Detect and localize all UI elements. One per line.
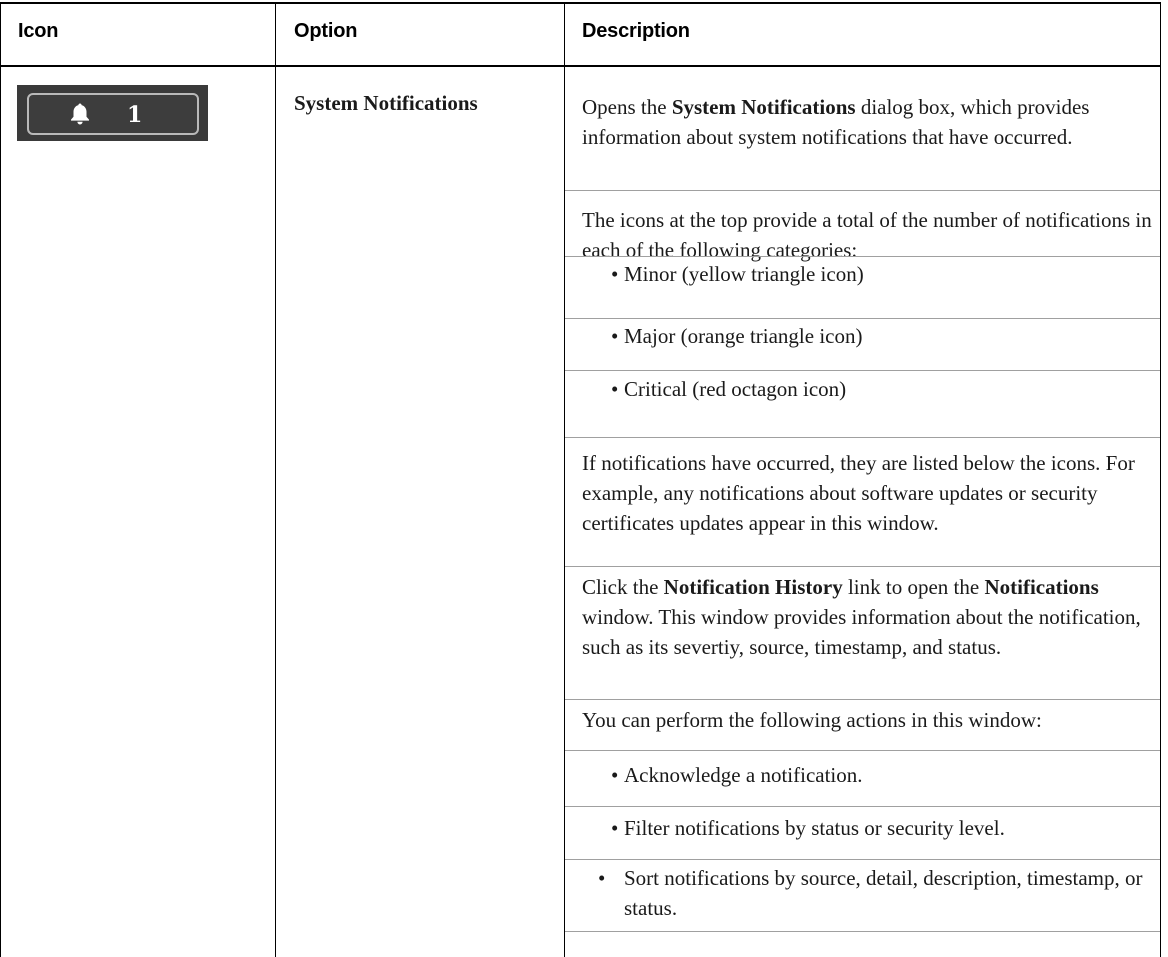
description-paragraph: You can perform the following actions in…	[582, 708, 1042, 732]
column-rule	[564, 4, 565, 957]
row-divider	[565, 370, 1160, 371]
description-paragraph: If notifications have occurred, they are…	[582, 451, 1135, 535]
list-item: • Minor (yellow triangle icon)	[611, 262, 864, 286]
row-divider	[565, 190, 1160, 191]
header-description: Description	[582, 20, 690, 42]
row-divider	[565, 750, 1160, 751]
column-rule	[1160, 4, 1161, 957]
term-notifications: Notifications	[984, 575, 1099, 599]
column-rule	[275, 4, 276, 957]
list-item: • Acknowledge a notification.	[611, 763, 863, 787]
row-divider	[565, 566, 1160, 567]
row-divider	[565, 699, 1160, 700]
list-item: • Sort notifications by source, detail, d…	[598, 866, 1143, 920]
list-item: • Critical (red octagon icon)	[611, 377, 847, 401]
list-item: • Major (orange triangle icon)	[611, 324, 863, 348]
system-notifications-button: 1	[17, 85, 208, 141]
row-divider	[565, 931, 1160, 932]
header-option: Option	[294, 20, 358, 42]
column-rule	[0, 4, 1, 957]
table-top-rule	[0, 2, 1161, 4]
header-icon: Icon	[18, 20, 59, 42]
row-divider	[565, 256, 1160, 257]
header-bottom-rule	[0, 65, 1161, 67]
list-item: • Filter notifications by status or secur…	[611, 816, 1005, 840]
row-divider	[565, 318, 1160, 319]
options-table: Icon Option Description 1 System Notific…	[0, 0, 1168, 957]
row-divider	[565, 437, 1160, 438]
option-system-notifications: System Notifications	[294, 91, 478, 115]
description-paragraph: Click the Notification History link to o…	[582, 575, 1141, 659]
term-system-notifications: System Notifications	[671, 95, 856, 119]
description-paragraph: Opens the System Notifications dialog bo…	[582, 95, 1090, 149]
notification-count: 1	[127, 102, 143, 128]
link-notification-history: Notification History	[663, 575, 843, 599]
row-divider	[565, 806, 1160, 807]
bell-icon	[71, 103, 89, 125]
row-divider	[565, 859, 1160, 860]
